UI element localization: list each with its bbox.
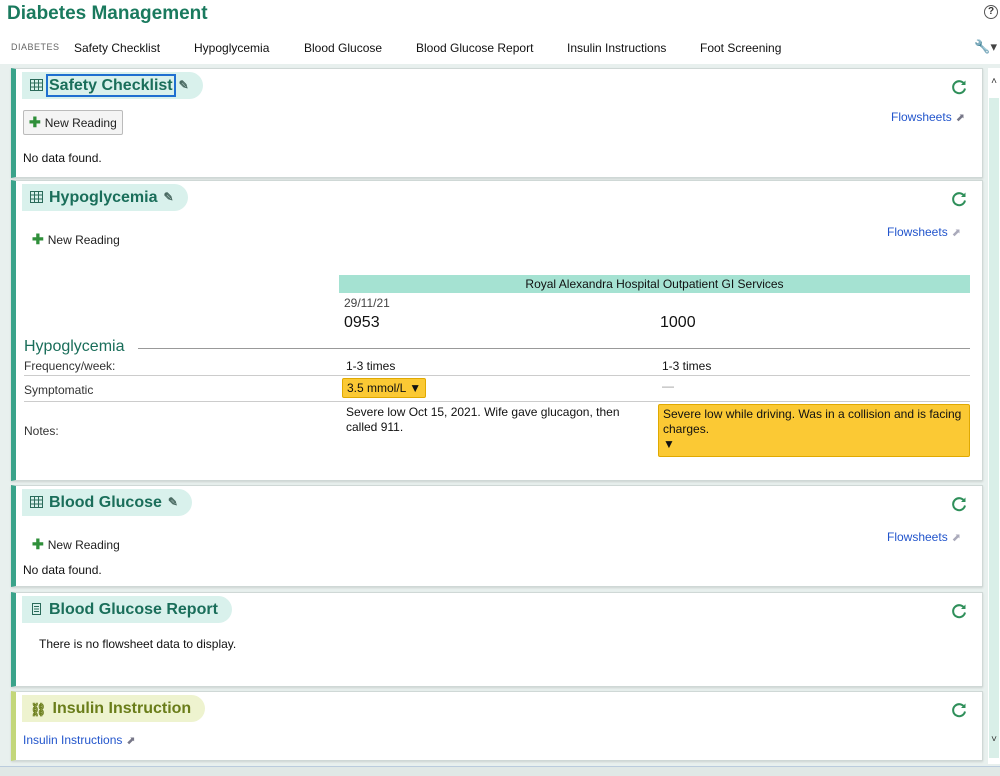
new-reading-button[interactable]: ✚ New Reading	[23, 110, 123, 135]
flowsheets-label: Flowsheets	[891, 110, 952, 124]
flowsheets-label: Flowsheets	[887, 225, 948, 239]
scrollbar-thumb[interactable]	[989, 98, 999, 758]
tab-blood-glucose[interactable]: Blood Glucose	[304, 41, 382, 55]
panel-title-text[interactable]: Safety Checklist	[46, 74, 176, 97]
new-reading-label: New Reading	[44, 116, 117, 130]
pencil-icon[interactable]: ✎	[179, 72, 189, 99]
external-link-icon: ⬈	[126, 735, 136, 747]
flowsheets-link[interactable]: Flowsheets ⬈	[891, 110, 965, 124]
flagged-value-text: 3.5 mmol/L	[347, 381, 406, 395]
help-icon[interactable]: ?	[984, 5, 998, 19]
flagged-note-text: Severe low while driving. Was in a colli…	[663, 407, 962, 436]
panel-title-text[interactable]: Blood Glucose	[49, 494, 162, 511]
insulin-instructions-link[interactable]: Insulin Instructions ⬈	[23, 733, 136, 747]
external-link-icon: ⬈	[951, 227, 961, 239]
tab-blood-glucose-report[interactable]: Blood Glucose Report	[416, 41, 533, 55]
new-reading-label: New Reading	[47, 233, 120, 247]
refresh-icon[interactable]	[950, 78, 968, 96]
refresh-icon[interactable]	[950, 495, 968, 513]
flagged-value[interactable]: 3.5 mmol/L ▼	[342, 378, 427, 398]
row-label-symptomatic: Symptomatic	[24, 383, 94, 397]
time-label-2: 1000	[660, 314, 696, 331]
pencil-icon[interactable]: ✎	[168, 489, 178, 516]
cell-symptomatic-2: —	[662, 379, 674, 393]
panel-title: Safety Checklist ✎	[22, 72, 203, 99]
table-icon	[30, 191, 43, 203]
divider	[138, 348, 970, 349]
panel-title: Blood Glucose ✎	[22, 489, 192, 516]
panel-title-text[interactable]: Blood Glucose Report	[49, 601, 218, 618]
external-link-icon: ⬈	[955, 112, 965, 124]
panel-title-text[interactable]: Insulin Instruction	[53, 700, 192, 717]
empty-state: There is no flowsheet data to display.	[39, 637, 237, 651]
row-divider	[24, 401, 970, 402]
insulin-instructions-label: Insulin Instructions	[23, 733, 123, 747]
tab-foot-screening[interactable]: Foot Screening	[700, 41, 781, 55]
refresh-icon[interactable]	[950, 602, 968, 620]
pencil-icon[interactable]: ✎	[163, 184, 173, 211]
panel-title: ⛓ Insulin Instruction	[22, 695, 206, 722]
flowsheets-link[interactable]: Flowsheets ⬈	[887, 225, 961, 239]
flagged-note[interactable]: Severe low while driving. Was in a colli…	[658, 404, 970, 457]
external-link-icon: ⬈	[951, 532, 961, 544]
panel-blood-glucose-report: Blood Glucose Report There is no flowshe…	[11, 592, 983, 687]
table-icon	[30, 496, 43, 508]
link-icon: ⛓	[30, 702, 47, 717]
flag-icon: ▼	[663, 437, 675, 451]
empty-state: No data found.	[23, 151, 102, 165]
facility-header: Royal Alexandra Hospital Outpatient GI S…	[339, 275, 970, 293]
status-bar	[0, 766, 1000, 776]
time-label-1: 0953	[344, 314, 380, 331]
chevron-up-icon[interactable]: ˄	[988, 76, 1000, 87]
refresh-icon[interactable]	[950, 190, 968, 208]
tab-hypoglycemia[interactable]: Hypoglycemia	[194, 41, 269, 55]
plus-icon: ✚	[29, 114, 41, 130]
panel-title-text[interactable]: Hypoglycemia	[49, 189, 157, 206]
new-reading-label: New Reading	[47, 538, 120, 552]
tab-section-label: Diabetes	[11, 42, 60, 52]
cell-notes-1: Severe low Oct 15, 2021. Wife gave gluca…	[346, 405, 620, 434]
scrollbar[interactable]: ˄ ˅	[988, 68, 1000, 764]
wrench-icon[interactable]: 🔧▾	[974, 39, 997, 55]
new-reading-button[interactable]: ✚ New Reading	[32, 231, 120, 248]
panel-title: Hypoglycemia ✎	[22, 184, 188, 211]
chevron-down-icon[interactable]: ˅	[988, 734, 1000, 745]
plus-icon: ✚	[32, 536, 44, 552]
app-header: Diabetes Management ?	[0, 0, 1000, 30]
row-divider	[24, 375, 970, 376]
flowsheets-label: Flowsheets	[887, 530, 948, 544]
tab-safety-checklist[interactable]: Safety Checklist	[74, 41, 160, 55]
plus-icon: ✚	[32, 231, 44, 247]
refresh-icon[interactable]	[950, 701, 968, 719]
section-heading: Hypoglycemia	[24, 338, 125, 355]
panel-title: Blood Glucose Report	[22, 596, 232, 623]
report-icon	[32, 603, 41, 615]
panel-insulin-instruction: ⛓ Insulin Instruction Insulin Instruction…	[11, 691, 983, 761]
date-label: 29/11/21	[344, 296, 390, 310]
panel-blood-glucose: Blood Glucose ✎ ✚ New Reading Flowsheets ⬈ …	[11, 485, 983, 587]
panel-hypoglycemia: Hypoglycemia ✎ ✚ New Reading Flowsheets ⬈ R…	[11, 180, 983, 481]
row-label-notes: Notes:	[24, 424, 59, 438]
empty-state: No data found.	[23, 563, 102, 577]
page-title: Diabetes Management	[7, 3, 208, 24]
flag-icon: ▼	[409, 381, 422, 395]
panel-safety-checklist: Safety Checklist ✎ ✚ New Reading Flowsheet…	[11, 68, 983, 178]
cell-frequency-2: 1-3 times	[662, 359, 712, 373]
cell-frequency-1: 1-3 times	[346, 359, 396, 373]
tab-bar: Diabetes Safety Checklist Hypoglycemia B…	[0, 30, 1000, 64]
row-label-frequency: Frequency/week:	[24, 359, 116, 373]
table-icon	[30, 79, 43, 91]
new-reading-button[interactable]: ✚ New Reading	[32, 536, 120, 553]
flowsheets-link[interactable]: Flowsheets ⬈	[887, 530, 961, 544]
tab-insulin-instructions[interactable]: Insulin Instructions	[567, 41, 666, 55]
